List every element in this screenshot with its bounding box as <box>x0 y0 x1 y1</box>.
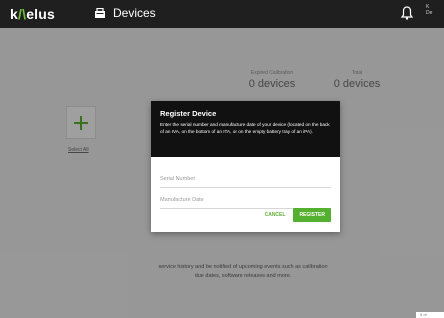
manufacture-date-field <box>160 188 331 209</box>
user-name: De <box>426 10 433 16</box>
dialog-title: Register Device <box>160 109 217 118</box>
manufacture-date-input[interactable] <box>160 192 331 203</box>
dialog-description: Enter the serial number and manufacture … <box>160 122 330 134</box>
dialog-body <box>151 157 340 209</box>
kaelus-logo[interactable]: k/\elus <box>10 6 55 22</box>
top-bar: k/\elus Devices K De <box>0 0 444 28</box>
register-device-dialog: Register Device Enter the serial number … <box>151 101 340 232</box>
corner-tab: 5 of <box>416 312 444 318</box>
register-button[interactable]: REGISTER <box>293 208 331 222</box>
nav-devices-label: Devices <box>113 6 156 20</box>
user-menu[interactable]: K De <box>426 4 444 16</box>
bell-icon[interactable] <box>400 5 414 21</box>
serial-number-input[interactable] <box>160 171 331 182</box>
serial-number-field <box>160 167 331 188</box>
dialog-actions: CANCEL REGISTER <box>265 208 331 222</box>
dialog-header: Register Device Enter the serial number … <box>151 101 340 157</box>
cancel-button[interactable]: CANCEL <box>265 212 286 218</box>
nav-devices[interactable]: Devices <box>94 6 156 20</box>
devices-icon <box>95 8 105 18</box>
